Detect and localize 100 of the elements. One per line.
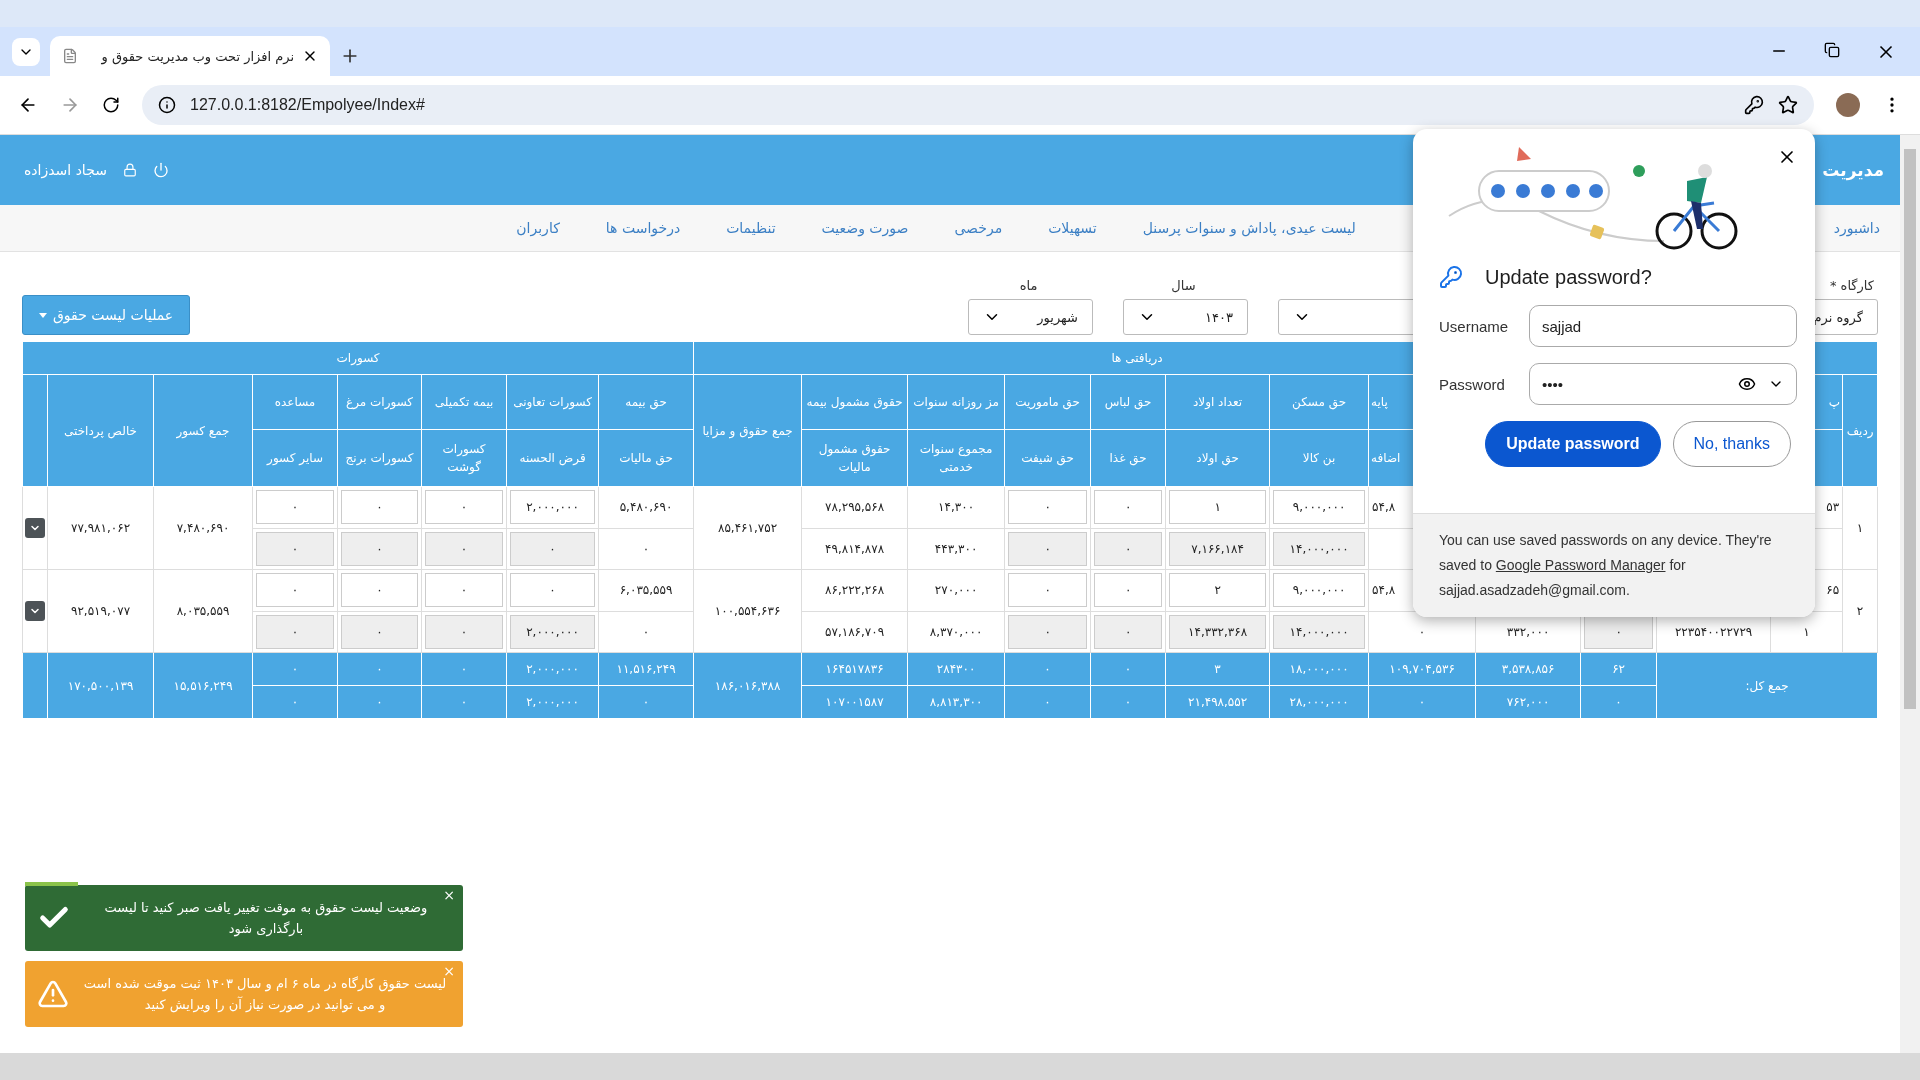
table-cell: ۸,۰۳۵,۵۵۹ <box>176 604 230 618</box>
total-cell: ۲۱,۴۹۸,۵۵۲ <box>1188 695 1248 709</box>
input-field: ۰ <box>256 531 335 566</box>
input-field: ۰ <box>425 531 504 566</box>
input-field: ۷,۱۶۶,۱۸۴ <box>1169 531 1267 566</box>
input-field: ۲,۰۰۰,۰۰۰ <box>510 614 596 649</box>
total-cell: ۱۰۹,۷۰۴,۵۳۶ <box>1389 662 1455 676</box>
column-header: سایر کسور <box>267 451 323 465</box>
table-cell: ۹۲,۵۱۹,۰۷۷ <box>70 604 131 618</box>
input-field: ۰ <box>1094 531 1163 566</box>
table-cell: ۴۴۳,۳۰۰ <box>934 541 978 556</box>
dialog-title: Update password? <box>1485 265 1652 289</box>
total-cell: ۰ <box>376 662 383 676</box>
table-cell: ۵۴,۸ <box>1372 583 1396 598</box>
table-cell: ۷۷,۹۸۱,۰۶۲ <box>70 521 131 535</box>
field-label: کارگاه * <box>1829 278 1875 293</box>
total-cell: ۰ <box>1124 695 1132 709</box>
column-header: حق لباس <box>1104 395 1152 409</box>
total-cell: ۰ <box>291 662 299 676</box>
column-header: تعداد اولاد <box>1192 395 1243 409</box>
column-header: پ <box>1828 395 1841 409</box>
column-header: کسورات تعاونی <box>513 395 592 409</box>
column-header: حق شیفت <box>1021 451 1074 465</box>
column-header: حق غذا <box>1109 451 1147 465</box>
total-cell: ۰ <box>1044 695 1051 709</box>
table-cell: ۱ <box>1856 521 1864 535</box>
group-header: کسورات <box>336 351 380 365</box>
column-header: حقوق مشمول بیمه <box>806 395 903 409</box>
column-header: کسورات برنج <box>345 451 414 465</box>
table-cell: ۰ <box>642 624 650 639</box>
table-cell: ۰ <box>642 541 650 556</box>
total-cell: ۱۸۶,۰۱۶,۳۸۸ <box>714 678 781 693</box>
total-cell: ۰ <box>1418 695 1426 709</box>
column-header: حق مالیات <box>619 451 673 465</box>
column-header: جمع حقوق و مزایا <box>702 423 793 438</box>
app-title: مدیریت <box>1822 160 1884 180</box>
total-cell: ۳ <box>1214 662 1221 676</box>
toast-message: لیست حقوق کارگاه در ماه ۶ ام و سال ۱۴۰۳ ثبت موقت شده است و می توانید در صورت نیاز آن را ویرایش کنید <box>82 976 448 1015</box>
total-cell: ۳,۵۳۸,۸۵۶ <box>1501 662 1555 676</box>
table-cell: ۷,۴۸۰,۶۹۰ <box>176 521 230 535</box>
column-header: جمع کسور <box>176 423 230 438</box>
column-header: حق مسکن <box>1292 395 1347 409</box>
input-field: ۱۴,۳۳۲,۳۶۸ <box>1169 614 1267 649</box>
total-cell: ۰ <box>1124 662 1132 676</box>
field-label: Password <box>1439 375 1506 393</box>
column-header: کسورات مرغ <box>346 395 414 409</box>
total-cell: ۱۱,۵۱۶,۲۴۹ <box>616 662 676 676</box>
toast-message: وضعیت لیست حقوق به موقت تغییر یافت صبر کنید تا لیست بارگذاری شود <box>103 899 429 939</box>
total-cell: ۰ <box>291 695 299 709</box>
total-cell: ۲,۰۰۰,۰۰۰ <box>526 695 579 709</box>
input-field: ۰ <box>1008 614 1088 649</box>
total-cell: ۰ <box>376 695 383 709</box>
table-cell: ۸,۳۷۰,۰۰۰ <box>929 624 983 639</box>
table-cell: ۳۳۲,۰۰۰ <box>1506 624 1550 639</box>
field-label: سال <box>1171 278 1197 293</box>
column-header: خالص پرداختی <box>64 423 137 438</box>
column-header: قرض الحسنه <box>519 451 586 465</box>
table-cell: ۰ <box>1418 624 1426 639</box>
table-cell: ۵۳ <box>1826 500 1840 515</box>
input-field: ۱۴,۰۰۰,۰۰۰ <box>1273 531 1366 566</box>
table-cell: ۲۷۰,۰۰۰ <box>934 583 978 598</box>
total-cell: ۱۸,۰۰۰,۰۰۰ <box>1289 662 1349 676</box>
total-cell: ۲,۰۰۰,۰۰۰ <box>526 662 579 676</box>
total-cell: ۶۲ <box>1612 662 1626 676</box>
table-cell: ۴۹,۸۱۴,۸۷۸ <box>825 541 885 556</box>
group-header: دریافتی ها <box>1111 351 1163 365</box>
total-cell: ۰ <box>1044 662 1051 676</box>
column-header: مجموع سنوات خدمتی <box>919 442 993 474</box>
column-header: مز روزانه سنوات <box>913 395 999 409</box>
totals-label: جمع کل: <box>1745 678 1789 693</box>
total-cell: ۰ <box>460 662 468 676</box>
info-text: You can use saved passwords on any device. They're saved to Google Password Manager for sajjad.asadzadeh@gmail.com. <box>1439 531 1773 600</box>
total-cell: ۱۰۷۰۰۱۵۸۷ <box>825 695 884 709</box>
column-header: ردیف <box>1846 423 1874 438</box>
table-cell: ۷۸,۲۹۵,۵۶۸ <box>825 500 885 515</box>
table-cell: ۵۴,۸ <box>1372 500 1396 515</box>
input-field: ۱۴,۰۰۰,۰۰۰ <box>1273 614 1366 649</box>
column-header: بن کالا <box>1302 451 1336 465</box>
input-field: ۰ <box>1008 531 1088 566</box>
input-field: ۰ <box>256 614 335 649</box>
tab-title: نرم افزار تحت وب مدیریت حقوق و <box>100 48 294 64</box>
column-header: حقوق مشمول مالیات <box>818 442 891 474</box>
total-cell: ۰ <box>642 695 650 709</box>
total-cell: ۰ <box>1615 695 1622 709</box>
table-cell: ۱۰۰,۵۵۴,۶۳۶ <box>714 604 781 618</box>
table-cell: ۸۵,۴۶۱,۷۵۲ <box>717 521 778 535</box>
table-cell: ۵,۴۸۰,۶۹۰ <box>619 500 673 515</box>
total-cell: ۸,۸۱۳,۳۰۰ <box>929 695 983 709</box>
column-header: حق اولاد <box>1196 451 1239 465</box>
total-cell: ۲۸۴۳۰۰ <box>936 662 976 676</box>
table-cell: ۶۵ <box>1826 583 1840 598</box>
total-cell: ۱۵,۵۱۶,۲۴۹ <box>173 678 233 693</box>
total-cell: ۲۸,۰۰۰,۰۰۰ <box>1289 695 1349 709</box>
column-header: بیمه تکمیلی <box>434 395 494 409</box>
column-header: اضافه <box>1371 451 1401 465</box>
column-header: پایه <box>1371 395 1388 409</box>
input-field: ۰ <box>1094 614 1163 649</box>
field-label: ماه <box>1019 278 1039 293</box>
table-cell: ۱ <box>1803 624 1810 639</box>
table-cell: ۱۴,۳۰۰ <box>938 500 975 515</box>
